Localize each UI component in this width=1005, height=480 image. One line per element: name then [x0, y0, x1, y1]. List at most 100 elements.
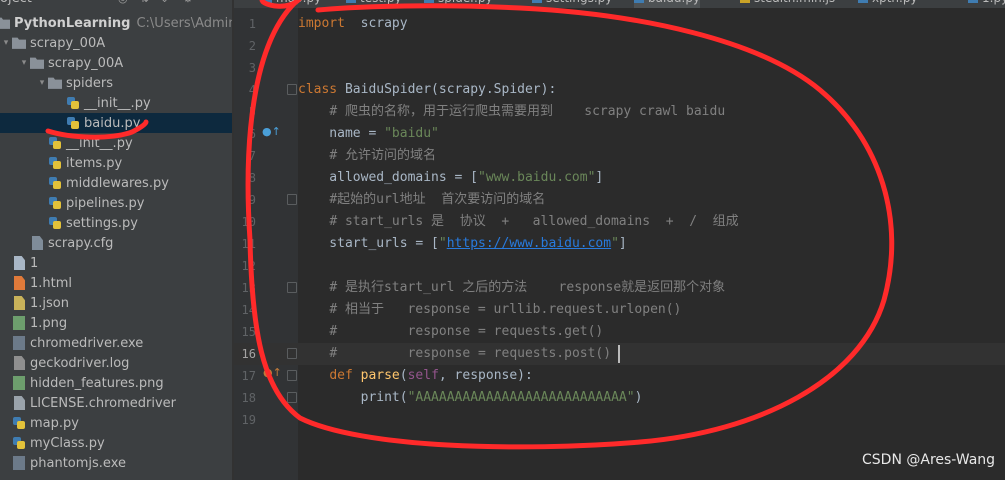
tab-stealth-min-js[interactable]: stealth.min.js: [740, 0, 835, 8]
code-token: allowed_domains = [: [298, 170, 479, 185]
folder-icon: [0, 17, 10, 29]
tree-item-label: pipelines.py: [66, 195, 145, 211]
code-token: def: [329, 368, 361, 383]
code-line[interactable]: # response = requests.get(): [298, 321, 603, 343]
code-line[interactable]: # 爬虫的名称，用于运行爬虫需要用到 scrapy crawl baidu: [298, 101, 725, 123]
fold-marker-comment[interactable]: [287, 194, 297, 205]
override-method-icon[interactable]: ●↑: [262, 125, 281, 138]
line-number[interactable]: 1: [234, 13, 256, 35]
code-token: ]: [618, 236, 627, 251]
tab-xpth-py[interactable]: xpth.py: [858, 0, 918, 8]
tab-map-py[interactable]: map.py: [262, 0, 321, 8]
fold-marker-class[interactable]: [287, 84, 297, 95]
code-line[interactable]: class BaiduSpider(scrapy.Spider):: [298, 79, 556, 101]
tree-item[interactable]: __init__.py: [0, 93, 232, 113]
line-number[interactable]: 6: [234, 123, 256, 145]
line-number[interactable]: 15: [234, 321, 256, 343]
tree-item[interactable]: ▾ spiders: [0, 73, 232, 93]
collapse-all-icon[interactable]: ⇅: [140, 0, 152, 4]
expand-icon[interactable]: ⌄: [160, 0, 172, 4]
line-number[interactable]: 5: [234, 101, 256, 123]
code-token: # 是执行start_url 之后的方法 response就是返回那个对象: [329, 280, 726, 295]
tree-item[interactable]: 1.json: [0, 293, 232, 313]
tab-label: xpth.py: [872, 0, 918, 5]
code-line[interactable]: # 相当于 response = urllib.request.urlopen(…: [298, 299, 681, 321]
tree-item[interactable]: items.py: [0, 153, 232, 173]
line-number[interactable]: 16: [234, 343, 256, 365]
fold-marker-def-end[interactable]: [287, 392, 297, 403]
python-file-icon: [48, 216, 62, 230]
code-line[interactable]: allowed_domains = ["www.baidu.com"]: [298, 167, 603, 189]
fold-marker-comment-block[interactable]: [287, 282, 297, 293]
expand-arrow-icon[interactable]: ▾: [36, 78, 48, 88]
fold-marker-comment-end[interactable]: [287, 348, 297, 359]
line-number[interactable]: 14: [234, 299, 256, 321]
expand-arrow-icon[interactable]: ▾: [18, 58, 30, 68]
watermark: CSDN @Ares-Wang: [862, 452, 996, 468]
line-number[interactable]: 8: [234, 167, 256, 189]
code-line[interactable]: start_urls = ["https://www.baidu.com"]: [298, 233, 627, 255]
code-line[interactable]: # 是执行start_url 之后的方法 response就是返回那个对象: [298, 277, 725, 299]
python-file-icon: [634, 0, 644, 3]
expand-arrow-icon[interactable]: ▾: [0, 38, 12, 48]
code-line[interactable]: # 允许访问的域名: [298, 145, 436, 167]
tree-item[interactable]: __init__.py: [0, 133, 232, 153]
line-number[interactable]: 19: [234, 409, 256, 431]
line-number[interactable]: 4: [234, 79, 256, 101]
tree-item[interactable]: map.py: [0, 413, 232, 433]
tree-item[interactable]: 1.html: [0, 273, 232, 293]
code-line[interactable]: name = "baidu": [298, 123, 439, 145]
code-line[interactable]: # response = requests.post(): [298, 343, 611, 365]
line-number[interactable]: 3: [234, 57, 256, 79]
hide-panel-icon[interactable]: −: [207, 0, 219, 4]
code-line[interactable]: #起始的url地址 首次要访问的域名: [298, 189, 545, 211]
tab-1-py[interactable]: 1.py: [968, 0, 1005, 8]
tree-item[interactable]: scrapy.cfg: [0, 233, 232, 253]
tree-item[interactable]: LICENSE.chromedriver: [0, 393, 232, 413]
tab-settings-py[interactable]: settings.py: [532, 0, 612, 8]
tab-label: spider.py: [438, 0, 493, 5]
tab-spider-py[interactable]: spider.py: [424, 0, 493, 8]
line-number[interactable]: 12: [234, 255, 256, 277]
code-line[interactable]: print("AAAAAAAAAAAAAAAAAAAAAAAAAAA"): [298, 387, 643, 409]
line-number[interactable]: 13: [234, 277, 256, 299]
implemented-method-icon[interactable]: ●↑: [263, 366, 282, 379]
tree-item[interactable]: myClass.py: [0, 433, 232, 453]
tab-test-py[interactable]: test.py: [346, 0, 402, 8]
code-line[interactable]: def parse(self, response):: [298, 365, 533, 387]
line-number[interactable]: 18: [234, 387, 256, 409]
line-number[interactable]: 9: [234, 189, 256, 211]
line-number[interactable]: 2: [234, 35, 256, 57]
code-line[interactable]: # start_urls 是 协议 + allowed_domains + / …: [298, 211, 738, 233]
tree-item[interactable]: settings.py: [0, 213, 232, 233]
tree-item-label: scrapy_00A: [48, 55, 124, 71]
tree-item[interactable]: ▾ scrapy_00A: [0, 33, 232, 53]
tree-item[interactable]: baidu.py: [0, 113, 232, 133]
tree-item[interactable]: ▾ scrapy_00A: [0, 53, 232, 73]
python-file-icon: [532, 0, 542, 3]
tree-item[interactable]: pipelines.py: [0, 193, 232, 213]
code-line[interactable]: import scrapy: [298, 13, 408, 35]
tree-item[interactable]: 1: [0, 253, 232, 273]
settings-gear-icon[interactable]: ⚙: [183, 0, 195, 4]
tree-item-label: __init__.py: [84, 95, 151, 111]
line-number[interactable]: 11: [234, 233, 256, 255]
line-number[interactable]: 7: [234, 145, 256, 167]
tree-item[interactable]: middlewares.py: [0, 173, 232, 193]
code-token: # 相当于 response = urllib.request.urlopen(…: [329, 302, 682, 317]
line-number[interactable]: 17: [234, 365, 256, 387]
project-root[interactable]: PythonLearning C:\Users\Administrato: [0, 13, 232, 33]
tree-item[interactable]: chromedriver.exe: [0, 333, 232, 353]
tree-item[interactable]: phantomjs.exe: [0, 453, 232, 473]
line-number[interactable]: 10: [234, 211, 256, 233]
tree-item[interactable]: geckodriver.log: [0, 353, 232, 373]
tree-item[interactable]: hidden_features.png: [0, 373, 232, 393]
locate-icon[interactable]: ◎: [118, 0, 130, 4]
tree-item[interactable]: 1.png: [0, 313, 232, 333]
tree-item-label: 1.html: [30, 275, 73, 291]
fold-marker-def[interactable]: [287, 370, 297, 381]
